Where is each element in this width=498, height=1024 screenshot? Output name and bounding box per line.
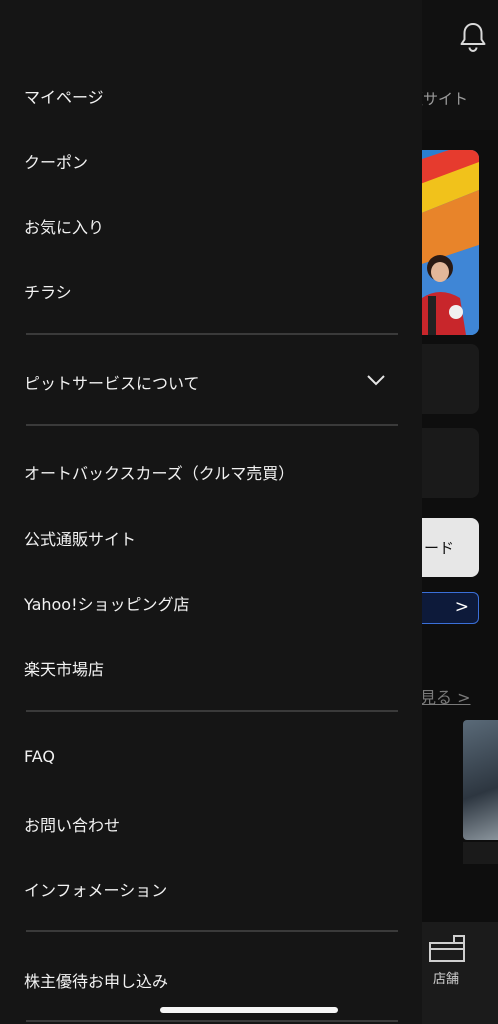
- menu-item-flyer[interactable]: チラシ: [24, 279, 72, 303]
- menu-item-yahoo-shopping[interactable]: Yahoo!ショッピング店: [24, 591, 190, 615]
- menu-item-favorites[interactable]: お気に入り: [24, 214, 104, 238]
- home-indicator[interactable]: [160, 1007, 338, 1013]
- side-drawer: マイページ クーポン お気に入り チラシ ピットサービスについて オートバックス…: [0, 0, 422, 1024]
- divider: [26, 930, 398, 932]
- divider: [26, 710, 398, 712]
- tab-store[interactable]: 店舗: [433, 968, 459, 987]
- chevron-right-icon: >: [454, 597, 469, 617]
- chevron-down-icon[interactable]: [366, 373, 386, 387]
- background-photo: [463, 720, 498, 840]
- menu-item-autobacs-cars[interactable]: オートバックスカーズ（クルマ売買）: [24, 460, 294, 484]
- background-light-button-label: ード: [424, 539, 455, 557]
- menu-item-mypage[interactable]: マイページ: [24, 84, 104, 108]
- menu-item-shareholder[interactable]: 株主優待お申し込み: [24, 968, 168, 992]
- divider: [26, 1020, 398, 1022]
- menu-item-pit-service[interactable]: ピットサービスについて: [24, 370, 200, 394]
- menu-item-rakuten[interactable]: 楽天市場店: [24, 656, 104, 680]
- menu-item-contact[interactable]: お問い合わせ: [24, 812, 120, 836]
- menu-item-coupon[interactable]: クーポン: [24, 149, 88, 173]
- menu-item-official-store[interactable]: 公式通販サイト: [24, 526, 136, 550]
- bell-icon[interactable]: [456, 20, 490, 54]
- menu-item-information[interactable]: インフォメーション: [24, 877, 167, 901]
- menu-item-faq[interactable]: FAQ: [24, 747, 55, 766]
- store-icon[interactable]: [428, 933, 468, 963]
- divider: [26, 424, 398, 426]
- background-card: [463, 842, 498, 864]
- divider: [26, 333, 398, 335]
- see-more-link[interactable]: 見る >: [420, 684, 471, 708]
